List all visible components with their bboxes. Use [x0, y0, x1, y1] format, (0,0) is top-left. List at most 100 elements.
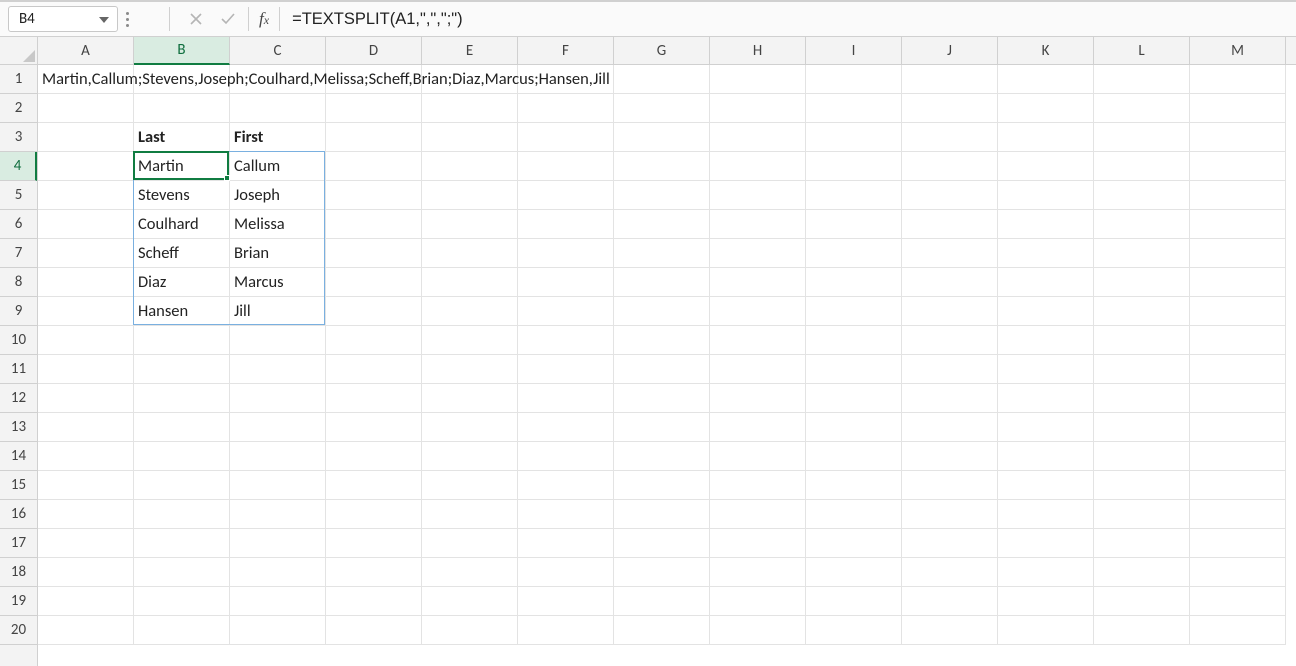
cell-E8[interactable]	[422, 268, 518, 297]
cell-F19[interactable]	[518, 587, 614, 616]
cell-G20[interactable]	[614, 616, 710, 645]
cell-F6[interactable]	[518, 210, 614, 239]
cell-B5[interactable]: Stevens	[134, 181, 230, 210]
cell-I5[interactable]	[806, 181, 902, 210]
cell-B20[interactable]	[134, 616, 230, 645]
cell-J7[interactable]	[902, 239, 998, 268]
cell-I16[interactable]	[806, 500, 902, 529]
cell-M7[interactable]	[1190, 239, 1286, 268]
cell-B6[interactable]: Coulhard	[134, 210, 230, 239]
cell-F7[interactable]	[518, 239, 614, 268]
column-header[interactable]: I	[806, 37, 902, 65]
cell-H6[interactable]	[710, 210, 806, 239]
cell-A13[interactable]	[38, 413, 134, 442]
cell-E11[interactable]	[422, 355, 518, 384]
cell-F10[interactable]	[518, 326, 614, 355]
cell-E10[interactable]	[422, 326, 518, 355]
cell-E3[interactable]	[422, 123, 518, 152]
column-header[interactable]: B	[134, 37, 230, 65]
row-header[interactable]: 6	[0, 210, 37, 239]
cell-D7[interactable]	[326, 239, 422, 268]
column-header[interactable]: J	[902, 37, 998, 65]
cell-J5[interactable]	[902, 181, 998, 210]
cell-E14[interactable]	[422, 442, 518, 471]
cell-L9[interactable]	[1094, 297, 1190, 326]
fx-icon[interactable]: fx	[259, 9, 269, 29]
cell-D10[interactable]	[326, 326, 422, 355]
cell-K2[interactable]	[998, 94, 1094, 123]
cell-J18[interactable]	[902, 558, 998, 587]
cell-G5[interactable]	[614, 181, 710, 210]
cell-I13[interactable]	[806, 413, 902, 442]
cell-H8[interactable]	[710, 268, 806, 297]
cell-A12[interactable]	[38, 384, 134, 413]
cell-D4[interactable]	[326, 152, 422, 181]
cell-A18[interactable]	[38, 558, 134, 587]
cell-M17[interactable]	[1190, 529, 1286, 558]
cell-J3[interactable]	[902, 123, 998, 152]
cell-I2[interactable]	[806, 94, 902, 123]
row-header[interactable]: 15	[0, 471, 37, 500]
cell-E20[interactable]	[422, 616, 518, 645]
cell-F2[interactable]	[518, 94, 614, 123]
cell-K8[interactable]	[998, 268, 1094, 297]
cell-H20[interactable]	[710, 616, 806, 645]
cell-D20[interactable]	[326, 616, 422, 645]
cell-C3[interactable]: First	[230, 123, 326, 152]
cell-C7[interactable]: Brian	[230, 239, 326, 268]
column-header[interactable]: L	[1094, 37, 1190, 65]
row-header[interactable]: 12	[0, 384, 37, 413]
cell-H18[interactable]	[710, 558, 806, 587]
cell-B10[interactable]	[134, 326, 230, 355]
cell-M20[interactable]	[1190, 616, 1286, 645]
cell-K1[interactable]	[998, 65, 1094, 94]
cell-K11[interactable]	[998, 355, 1094, 384]
cell-H5[interactable]	[710, 181, 806, 210]
cell-K10[interactable]	[998, 326, 1094, 355]
cell-J15[interactable]	[902, 471, 998, 500]
row-header[interactable]: 7	[0, 239, 37, 268]
cell-J13[interactable]	[902, 413, 998, 442]
cell-F14[interactable]	[518, 442, 614, 471]
cell-H1[interactable]	[710, 65, 806, 94]
cell-J1[interactable]	[902, 65, 998, 94]
cell-B13[interactable]	[134, 413, 230, 442]
row-header[interactable]: 1	[0, 65, 37, 94]
cell-I10[interactable]	[806, 326, 902, 355]
cell-E5[interactable]	[422, 181, 518, 210]
row-header[interactable]: 4	[0, 152, 37, 181]
cell-L2[interactable]	[1094, 94, 1190, 123]
cell-C19[interactable]	[230, 587, 326, 616]
cell-M12[interactable]	[1190, 384, 1286, 413]
cell-H7[interactable]	[710, 239, 806, 268]
cell-F5[interactable]	[518, 181, 614, 210]
cell-M19[interactable]	[1190, 587, 1286, 616]
cancel-formula-button[interactable]	[182, 6, 210, 32]
cell-F11[interactable]	[518, 355, 614, 384]
row-header[interactable]: 18	[0, 558, 37, 587]
cell-B8[interactable]: Diaz	[134, 268, 230, 297]
cell-A20[interactable]	[38, 616, 134, 645]
cell-J9[interactable]	[902, 297, 998, 326]
cell-A8[interactable]	[38, 268, 134, 297]
cell-F4[interactable]	[518, 152, 614, 181]
cell-G11[interactable]	[614, 355, 710, 384]
cell-G8[interactable]	[614, 268, 710, 297]
cell-I11[interactable]	[806, 355, 902, 384]
cell-G3[interactable]	[614, 123, 710, 152]
cell-D19[interactable]	[326, 587, 422, 616]
cell-B7[interactable]: Scheff	[134, 239, 230, 268]
cell-E19[interactable]	[422, 587, 518, 616]
cell-L12[interactable]	[1094, 384, 1190, 413]
cell-B4[interactable]: Martin	[134, 152, 230, 181]
cell-C9[interactable]: Jill	[230, 297, 326, 326]
cell-E18[interactable]	[422, 558, 518, 587]
cell-E16[interactable]	[422, 500, 518, 529]
row-header[interactable]: 10	[0, 326, 37, 355]
cell-A5[interactable]	[38, 181, 134, 210]
cell-L1[interactable]	[1094, 65, 1190, 94]
cell-D14[interactable]	[326, 442, 422, 471]
cell-D3[interactable]	[326, 123, 422, 152]
cell-J10[interactable]	[902, 326, 998, 355]
cell-C11[interactable]	[230, 355, 326, 384]
